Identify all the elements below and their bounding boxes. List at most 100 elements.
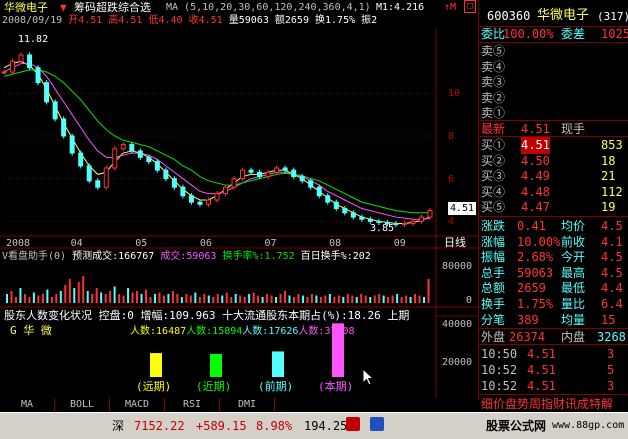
date-tick-label: 08 xyxy=(329,238,342,249)
price-chart[interactable] xyxy=(0,0,478,398)
stat-value: 4.5 xyxy=(601,219,623,233)
volume-bar xyxy=(391,295,394,303)
volume-bar xyxy=(23,294,26,303)
market-label: 深 xyxy=(112,419,125,433)
buy-row: 买① 4.51 853 xyxy=(481,137,627,154)
message-icon[interactable] xyxy=(370,417,384,431)
stat-label: 涨跌 xyxy=(481,219,506,233)
candle xyxy=(103,167,109,188)
brand-name: 股票公式网 xyxy=(486,419,547,433)
stat-value: 6.4 xyxy=(601,297,623,311)
volume-bar xyxy=(266,294,269,303)
stat-value: 4.5 xyxy=(601,250,623,265)
tab-macd[interactable]: MACD xyxy=(110,398,165,412)
buy-volume: 112 xyxy=(601,184,623,199)
candle xyxy=(257,171,263,178)
quote-panel: 600360 华微电子 (317) 委比 100.00% 委差 1025 卖⑤ 卖… xyxy=(478,0,628,411)
buy-row: 买② 4.50 18 xyxy=(481,153,627,170)
volume-bar xyxy=(176,294,179,303)
candle xyxy=(18,54,24,62)
weibi-value: 100.00% xyxy=(503,27,554,41)
volume-bar xyxy=(301,295,304,303)
volume-bar xyxy=(104,294,107,303)
candle xyxy=(52,101,58,120)
increase-value: 109.963 xyxy=(169,309,216,322)
turnover-rate-label: 换手率%: xyxy=(222,251,265,262)
stat-label: 总手 xyxy=(481,265,506,280)
quote-footer[interactable]: 细价盘势周指财讯成特解 xyxy=(481,396,627,413)
volume-header: V看盘助手(0) 预测成交:166767 成交:59063 换手率%:1.752… xyxy=(2,250,436,263)
stat-row: 振幅 2.68% 今开 4.5 xyxy=(481,249,627,266)
tab-ma[interactable]: MA xyxy=(0,398,55,412)
candle xyxy=(188,195,194,203)
candle xyxy=(44,82,50,103)
candle xyxy=(137,150,143,158)
candle xyxy=(180,186,186,197)
stat-label: 最高 xyxy=(561,265,586,280)
index-pct: 8.98% xyxy=(256,419,293,433)
day-line-label[interactable]: 日线 xyxy=(444,236,466,249)
volume-bar xyxy=(113,286,116,303)
holder-period-label: (远期) xyxy=(136,380,172,393)
volume-bar xyxy=(131,292,134,303)
stat-label: 振幅 xyxy=(481,250,506,265)
volume-bar xyxy=(414,294,417,303)
volume-bar xyxy=(100,292,103,303)
footer-tabs[interactable]: 细价盘势周指财讯成特解 xyxy=(481,396,613,413)
volume-bar xyxy=(32,292,35,303)
volume-bar xyxy=(373,295,376,303)
volume-bar xyxy=(216,294,219,303)
candle xyxy=(35,67,41,84)
candle xyxy=(342,208,348,214)
volume-bar xyxy=(140,294,143,303)
tick-price: 4.51 xyxy=(527,379,556,393)
volume-bar xyxy=(86,291,89,303)
candle xyxy=(1,71,7,74)
candle xyxy=(10,60,16,73)
buy-volume: 19 xyxy=(601,200,616,215)
tab-rsi[interactable]: RSI xyxy=(165,398,220,412)
buy-label: 买③ xyxy=(481,169,506,184)
volume-bar xyxy=(324,295,327,303)
stock-number: (317) xyxy=(597,10,628,23)
holder-count-value: 37008 xyxy=(324,326,355,337)
sell-row: 卖② xyxy=(481,90,627,107)
alert-icon[interactable] xyxy=(346,417,360,431)
buy-row: 买③ 4.49 21 xyxy=(481,168,627,185)
candle xyxy=(367,218,373,222)
stock-code: 600360 xyxy=(487,9,531,23)
buy-label: 买② xyxy=(481,153,506,168)
volume-bar xyxy=(297,294,300,303)
tab-boll[interactable]: BOLL xyxy=(55,398,110,412)
stat-row: 换手 1.75% 量比 6.4 xyxy=(481,296,627,313)
candle xyxy=(214,193,220,201)
brand-url[interactable]: www.88gp.com xyxy=(552,415,624,437)
tick-volume: 3 xyxy=(607,347,615,361)
volume-helper-title[interactable]: V看盘助手(0) xyxy=(2,251,66,262)
tick-time: 10:50 xyxy=(481,347,518,361)
stat-label: 均价 xyxy=(561,219,586,233)
quote-divider xyxy=(479,344,628,345)
candle xyxy=(248,169,254,173)
volume-bar xyxy=(28,297,31,303)
volume-bar xyxy=(243,297,246,303)
volume-bar xyxy=(19,288,22,303)
stat-label: 换手 xyxy=(481,297,506,311)
candle xyxy=(325,195,331,203)
volume-bar xyxy=(64,285,67,303)
volume-bar xyxy=(427,279,430,303)
candle xyxy=(78,152,84,167)
quote-divider xyxy=(479,136,628,137)
volume-bar xyxy=(306,297,309,303)
stat-value: 4.5 xyxy=(601,265,623,280)
tick-price: 4.51 xyxy=(527,363,556,377)
candle xyxy=(197,201,203,205)
status-bar: 深 7152.22 +589.15 8.98% 194.25亿 股票公式网 ww… xyxy=(0,412,628,439)
tab-dmi[interactable]: DMI xyxy=(220,398,275,412)
date-tick-label: 09 xyxy=(393,238,406,249)
volume-bar xyxy=(346,294,349,303)
buy-price: 4.50 xyxy=(521,153,550,168)
holder-period-label: (前期) xyxy=(258,380,294,393)
buy-label: 买① xyxy=(481,138,506,152)
stat-row: 涨跌 0.41 均价 4.5 xyxy=(481,218,627,235)
